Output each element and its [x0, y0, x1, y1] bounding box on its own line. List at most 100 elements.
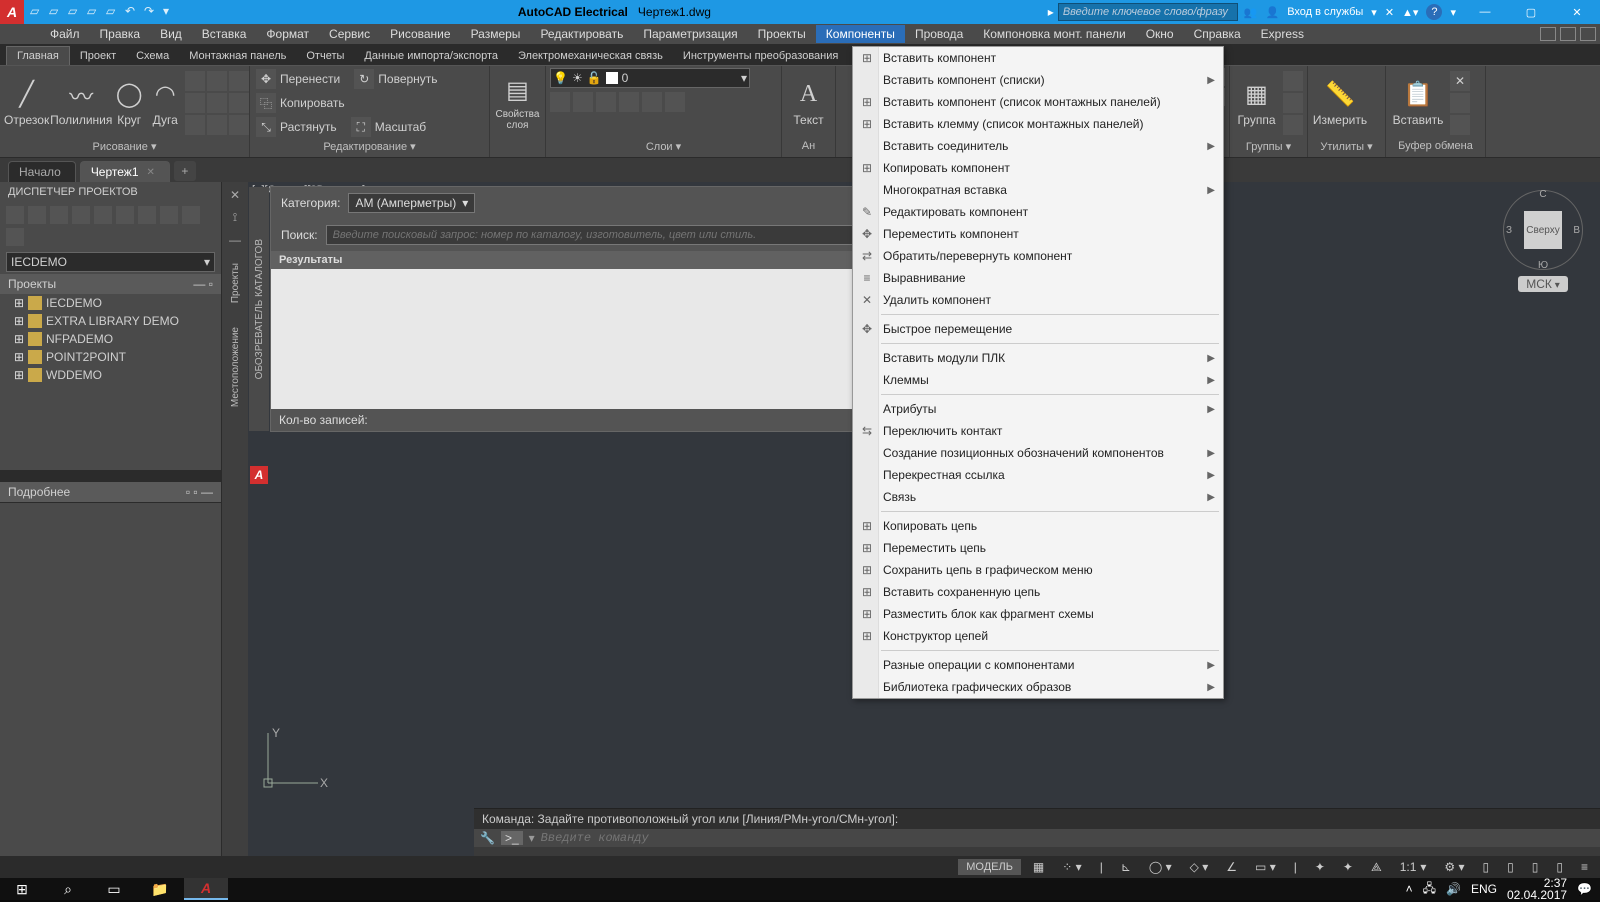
sidetab-projects[interactable]: Проекты — [228, 255, 243, 311]
menu-item[interactable]: ⇆Переключить контакт — [853, 420, 1223, 442]
menu-сервис[interactable]: Сервис — [319, 25, 380, 43]
start-button[interactable]: ⊞ — [0, 878, 44, 900]
menu-item[interactable]: ⊞Переместить цепь — [853, 537, 1223, 559]
qat-saveas-icon[interactable]: ▱ — [87, 4, 103, 20]
ly-1[interactable] — [550, 92, 570, 112]
cb-sm-2[interactable] — [1450, 93, 1470, 113]
menu-рисование[interactable]: Рисование — [380, 25, 460, 43]
sb-osnap-icon[interactable]: ◇ ▾ — [1184, 858, 1215, 876]
pm-tb-7[interactable] — [138, 206, 156, 224]
pm-tb-4[interactable] — [72, 206, 90, 224]
pm-projects-header[interactable]: Проекты— ▫ — [0, 274, 221, 294]
app-store-icon[interactable]: ▲▾ — [1402, 6, 1418, 19]
sb-customize-icon[interactable]: ≡ — [1575, 858, 1594, 876]
help-icon[interactable]: ? — [1426, 4, 1442, 20]
close-button[interactable]: ✕ — [1554, 0, 1600, 24]
layer-props-button[interactable]: ▤Свойства слоя — [494, 75, 541, 131]
menu-формат[interactable]: Формат — [256, 25, 319, 43]
signin-label[interactable]: Вход в службы — [1287, 6, 1363, 18]
tree-item[interactable]: ⊞WDDEMO — [0, 366, 221, 384]
sb-b4-icon[interactable]: ▯ — [1550, 858, 1569, 876]
menu-item[interactable]: Вставить модули ПЛК▶ — [853, 347, 1223, 369]
menu-item[interactable]: Многократная вставка▶ — [853, 179, 1223, 201]
panel-modify-title[interactable]: Редактирование ▾ — [254, 138, 485, 155]
pm-tb-1[interactable] — [6, 206, 24, 224]
taskview-button[interactable]: ▭ — [92, 878, 136, 900]
signin-icon[interactable]: 👤 — [1266, 6, 1280, 19]
grp-sm-1[interactable] — [1283, 71, 1303, 91]
pm-details-header[interactable]: Подробнее▫ ▫ — — [0, 482, 221, 502]
tree-item[interactable]: ⊞IECDEMO — [0, 294, 221, 312]
menu-item[interactable]: ⊞Копировать цепь — [853, 515, 1223, 537]
menu-окно[interactable]: Окно — [1136, 25, 1184, 43]
ly-3[interactable] — [596, 92, 616, 112]
grp-sm-2[interactable] — [1283, 93, 1303, 113]
menu-item[interactable]: Атрибуты▶ — [853, 398, 1223, 420]
draw-sm-4[interactable] — [185, 93, 205, 113]
menu-item[interactable]: ⊞Сохранить цепь в графическом меню — [853, 559, 1223, 581]
menu-item[interactable]: ⊞Вставить сохраненную цепь — [853, 581, 1223, 603]
ribbon-tab[interactable]: Проект — [70, 47, 126, 65]
menu-item[interactable]: Связь▶ — [853, 486, 1223, 508]
category-combo[interactable]: AM (Амперметры)▾ — [348, 193, 475, 213]
tray-lang[interactable]: ENG — [1471, 882, 1497, 896]
sb-b1-icon[interactable]: ▯ — [1477, 858, 1496, 876]
sb-a1-icon[interactable]: ✦ — [1337, 858, 1359, 876]
menu-компоновка монт. панели[interactable]: Компоновка монт. панели — [973, 25, 1135, 43]
menu-item[interactable]: ✥Быстрое перемещение — [853, 318, 1223, 340]
exchange-icon[interactable]: ✕ — [1385, 6, 1394, 19]
pm-tb-3[interactable] — [50, 206, 68, 224]
ribbon-tab[interactable]: Монтажная панель — [179, 47, 296, 65]
ribbon-tab[interactable]: Электромеханическая связь — [508, 47, 673, 65]
sb-b2-icon[interactable]: ▯ — [1501, 858, 1520, 876]
stretch-button[interactable]: Растянуть — [280, 120, 337, 134]
menu-item[interactable]: Создание позиционных обозначений компоне… — [853, 442, 1223, 464]
sb-lineweight-icon[interactable]: ∠ — [1220, 858, 1243, 876]
sb-transparency-icon[interactable]: ▭ ▾ — [1249, 858, 1282, 876]
explorer-button[interactable]: 📁 — [138, 878, 182, 900]
pm-tb-9[interactable] — [182, 206, 200, 224]
cb-sm-3[interactable] — [1450, 115, 1470, 135]
paste-button[interactable]: 📋Вставить — [1390, 79, 1446, 127]
group-button[interactable]: ▦Группа — [1234, 79, 1279, 127]
menu-item[interactable]: ⊞Вставить клемму (список монтажных панел… — [853, 113, 1223, 135]
search-box[interactable]: Введите ключевое слово/фразу — [1058, 3, 1238, 21]
tray-clock[interactable]: 2:37 02.04.2017 — [1507, 877, 1567, 901]
catalog-vtitle[interactable]: ОБОЗРЕВАТЕЛЬ КАТАЛОГОВ — [249, 187, 269, 431]
menu-параметризация[interactable]: Параметризация — [633, 25, 747, 43]
line-button[interactable]: ╱Отрезок — [4, 79, 49, 127]
ribbon-tab[interactable]: Главная — [6, 46, 70, 65]
tree-item[interactable]: ⊞NFPADEMO — [0, 330, 221, 348]
cmd-wrench-icon[interactable]: 🔧 — [480, 831, 495, 845]
tab-start[interactable]: Начало — [8, 161, 76, 182]
scale-button[interactable]: Масштаб — [375, 120, 426, 134]
pm-project-combo[interactable]: IECDEMO▾ — [6, 252, 215, 272]
pm-tb-5[interactable] — [94, 206, 112, 224]
menu-item[interactable]: ✥Переместить компонент — [853, 223, 1223, 245]
tray-net-icon[interactable]: 🖧 — [1423, 879, 1436, 900]
minimize-button[interactable]: — — [1462, 0, 1508, 24]
panel-draw-title[interactable]: Рисование ▾ — [4, 137, 245, 155]
menu-item[interactable]: Вставить соединитель▶ — [853, 135, 1223, 157]
command-input[interactable] — [541, 831, 1594, 845]
panel-layers-title[interactable]: Слои ▾ — [550, 137, 777, 155]
viewcube-wcs[interactable]: МСК ▾ — [1518, 276, 1567, 292]
draw-sm-2[interactable] — [207, 71, 227, 91]
mdi-max-icon[interactable] — [1560, 27, 1576, 41]
text-button[interactable]: AТекст — [786, 79, 831, 127]
panel-utils-title[interactable]: Утилиты ▾ — [1312, 137, 1381, 155]
menu-item[interactable]: ≡Выравнивание — [853, 267, 1223, 289]
draw-sm-9[interactable] — [229, 115, 249, 135]
sb-polar-icon[interactable]: ◯ ▾ — [1143, 858, 1178, 876]
sb-grid-icon[interactable]: ▦ — [1027, 858, 1050, 876]
qat-redo-icon[interactable]: ↷ — [144, 4, 160, 20]
vs-min-icon[interactable]: — — [229, 233, 241, 247]
sb-scale[interactable]: 1:1 ▾ — [1394, 858, 1433, 876]
menu-item[interactable]: ⊞Конструктор цепей — [853, 625, 1223, 647]
ucs-icon[interactable]: YX — [258, 723, 328, 796]
tray-up-icon[interactable]: ˄ — [1406, 882, 1413, 896]
ly-2[interactable] — [573, 92, 593, 112]
menu-item[interactable]: Разные операции с компонентами▶ — [853, 654, 1223, 676]
menu-item[interactable]: ✎Редактировать компонент — [853, 201, 1223, 223]
menu-размеры[interactable]: Размеры — [461, 25, 531, 43]
